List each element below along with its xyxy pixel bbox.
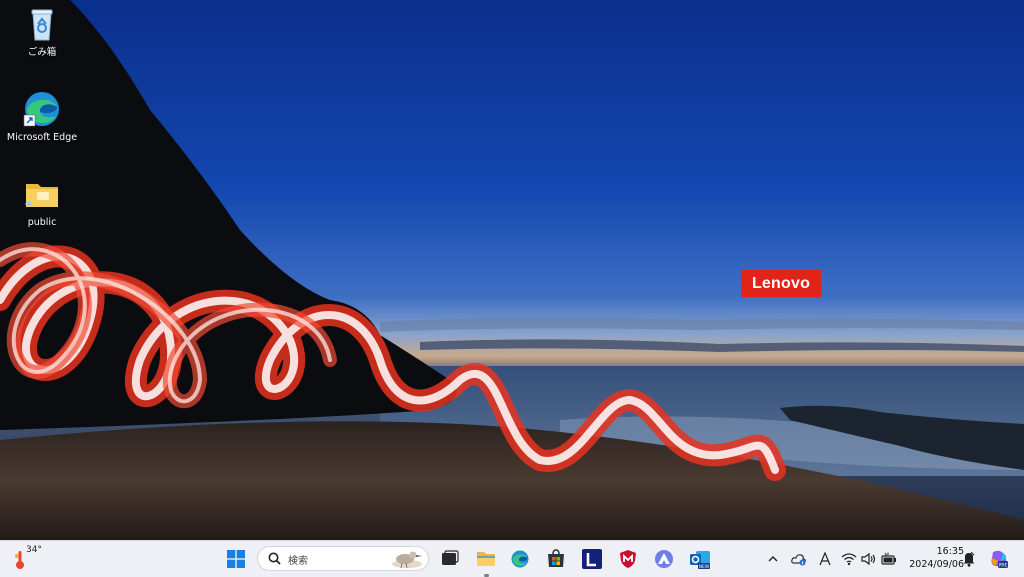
- start-button[interactable]: [222, 545, 250, 573]
- edge-icon: [511, 550, 529, 568]
- desktop-icon-edge[interactable]: Microsoft Edge: [0, 89, 84, 144]
- search-icon: [268, 552, 281, 565]
- tray-volume[interactable]: [860, 550, 878, 568]
- desktop-icon-label: public: [27, 217, 57, 228]
- taskbar-edge[interactable]: [506, 545, 534, 573]
- weather-widget[interactable]: 34°: [14, 544, 54, 574]
- edge-icon: [23, 92, 59, 127]
- copilot-icon: PRE: [991, 550, 1008, 569]
- taskbar-clock[interactable]: 16:35 2024/09/06: [904, 545, 964, 571]
- svg-text:NEW: NEW: [699, 564, 710, 569]
- lenovo-vantage-icon: [582, 549, 602, 569]
- taskbar-lenovo-vantage[interactable]: [578, 545, 606, 573]
- battery-charging-icon: [881, 552, 896, 565]
- outlook-new-icon: NEW: [690, 551, 710, 569]
- clock-date: 2024/09/06: [909, 559, 964, 570]
- folder-icon: [25, 184, 58, 207]
- weather-temperature: 34°: [26, 545, 42, 555]
- desktop-icon-public[interactable]: public: [0, 174, 84, 229]
- search-placeholder: 検索: [288, 556, 308, 567]
- desktop-icon-label: Microsoft Edge: [6, 132, 78, 143]
- arc-app-icon: [655, 550, 673, 568]
- taskbar-outlook[interactable]: NEW: [686, 545, 714, 573]
- wifi-icon: [841, 553, 857, 566]
- tray-battery[interactable]: [880, 550, 898, 568]
- microsoft-store-icon: [548, 549, 564, 567]
- svg-text:PRE: PRE: [999, 563, 1008, 569]
- speaker-icon: [861, 552, 876, 566]
- taskbar-microsoft-store[interactable]: [542, 545, 570, 573]
- clock-time: 16:35: [936, 546, 964, 557]
- notification-bell-icon: [963, 551, 975, 567]
- taskbar: 34° 検索 NEW 16:35 2024/09/06 PRE: [0, 540, 1024, 577]
- taskbar-app-triangle[interactable]: [650, 545, 678, 573]
- search-highlight-bird-icon: [392, 551, 422, 569]
- tray-ime-indicator[interactable]: [816, 550, 834, 568]
- taskbar-mcafee[interactable]: [614, 545, 642, 573]
- lenovo-logo: Lenovo: [741, 270, 821, 297]
- taskbar-file-explorer[interactable]: [472, 545, 500, 577]
- tray-onedrive[interactable]: [790, 550, 808, 568]
- ime-a-icon: [819, 552, 831, 566]
- task-view-icon: [442, 550, 459, 565]
- desktop-icon-recycle-bin[interactable]: ごみ箱: [0, 4, 84, 59]
- tray-notifications[interactable]: [960, 550, 978, 568]
- search-box[interactable]: 検索: [257, 546, 429, 571]
- tray-copilot[interactable]: PRE: [988, 550, 1010, 569]
- recycle-bin-icon: [31, 9, 53, 41]
- show-hidden-icons-chevron[interactable]: [764, 550, 782, 568]
- task-view-button[interactable]: [436, 545, 464, 573]
- windows-start-icon: [227, 550, 245, 568]
- tray-wifi[interactable]: [840, 550, 858, 568]
- mcafee-icon: [620, 550, 636, 568]
- desktop-icon-label: ごみ箱: [27, 47, 57, 58]
- chevron-up-icon: [768, 556, 778, 562]
- cloud-info-icon: [791, 554, 806, 566]
- file-explorer-icon: [477, 552, 495, 566]
- desktop-wallpaper: [0, 0, 1024, 540]
